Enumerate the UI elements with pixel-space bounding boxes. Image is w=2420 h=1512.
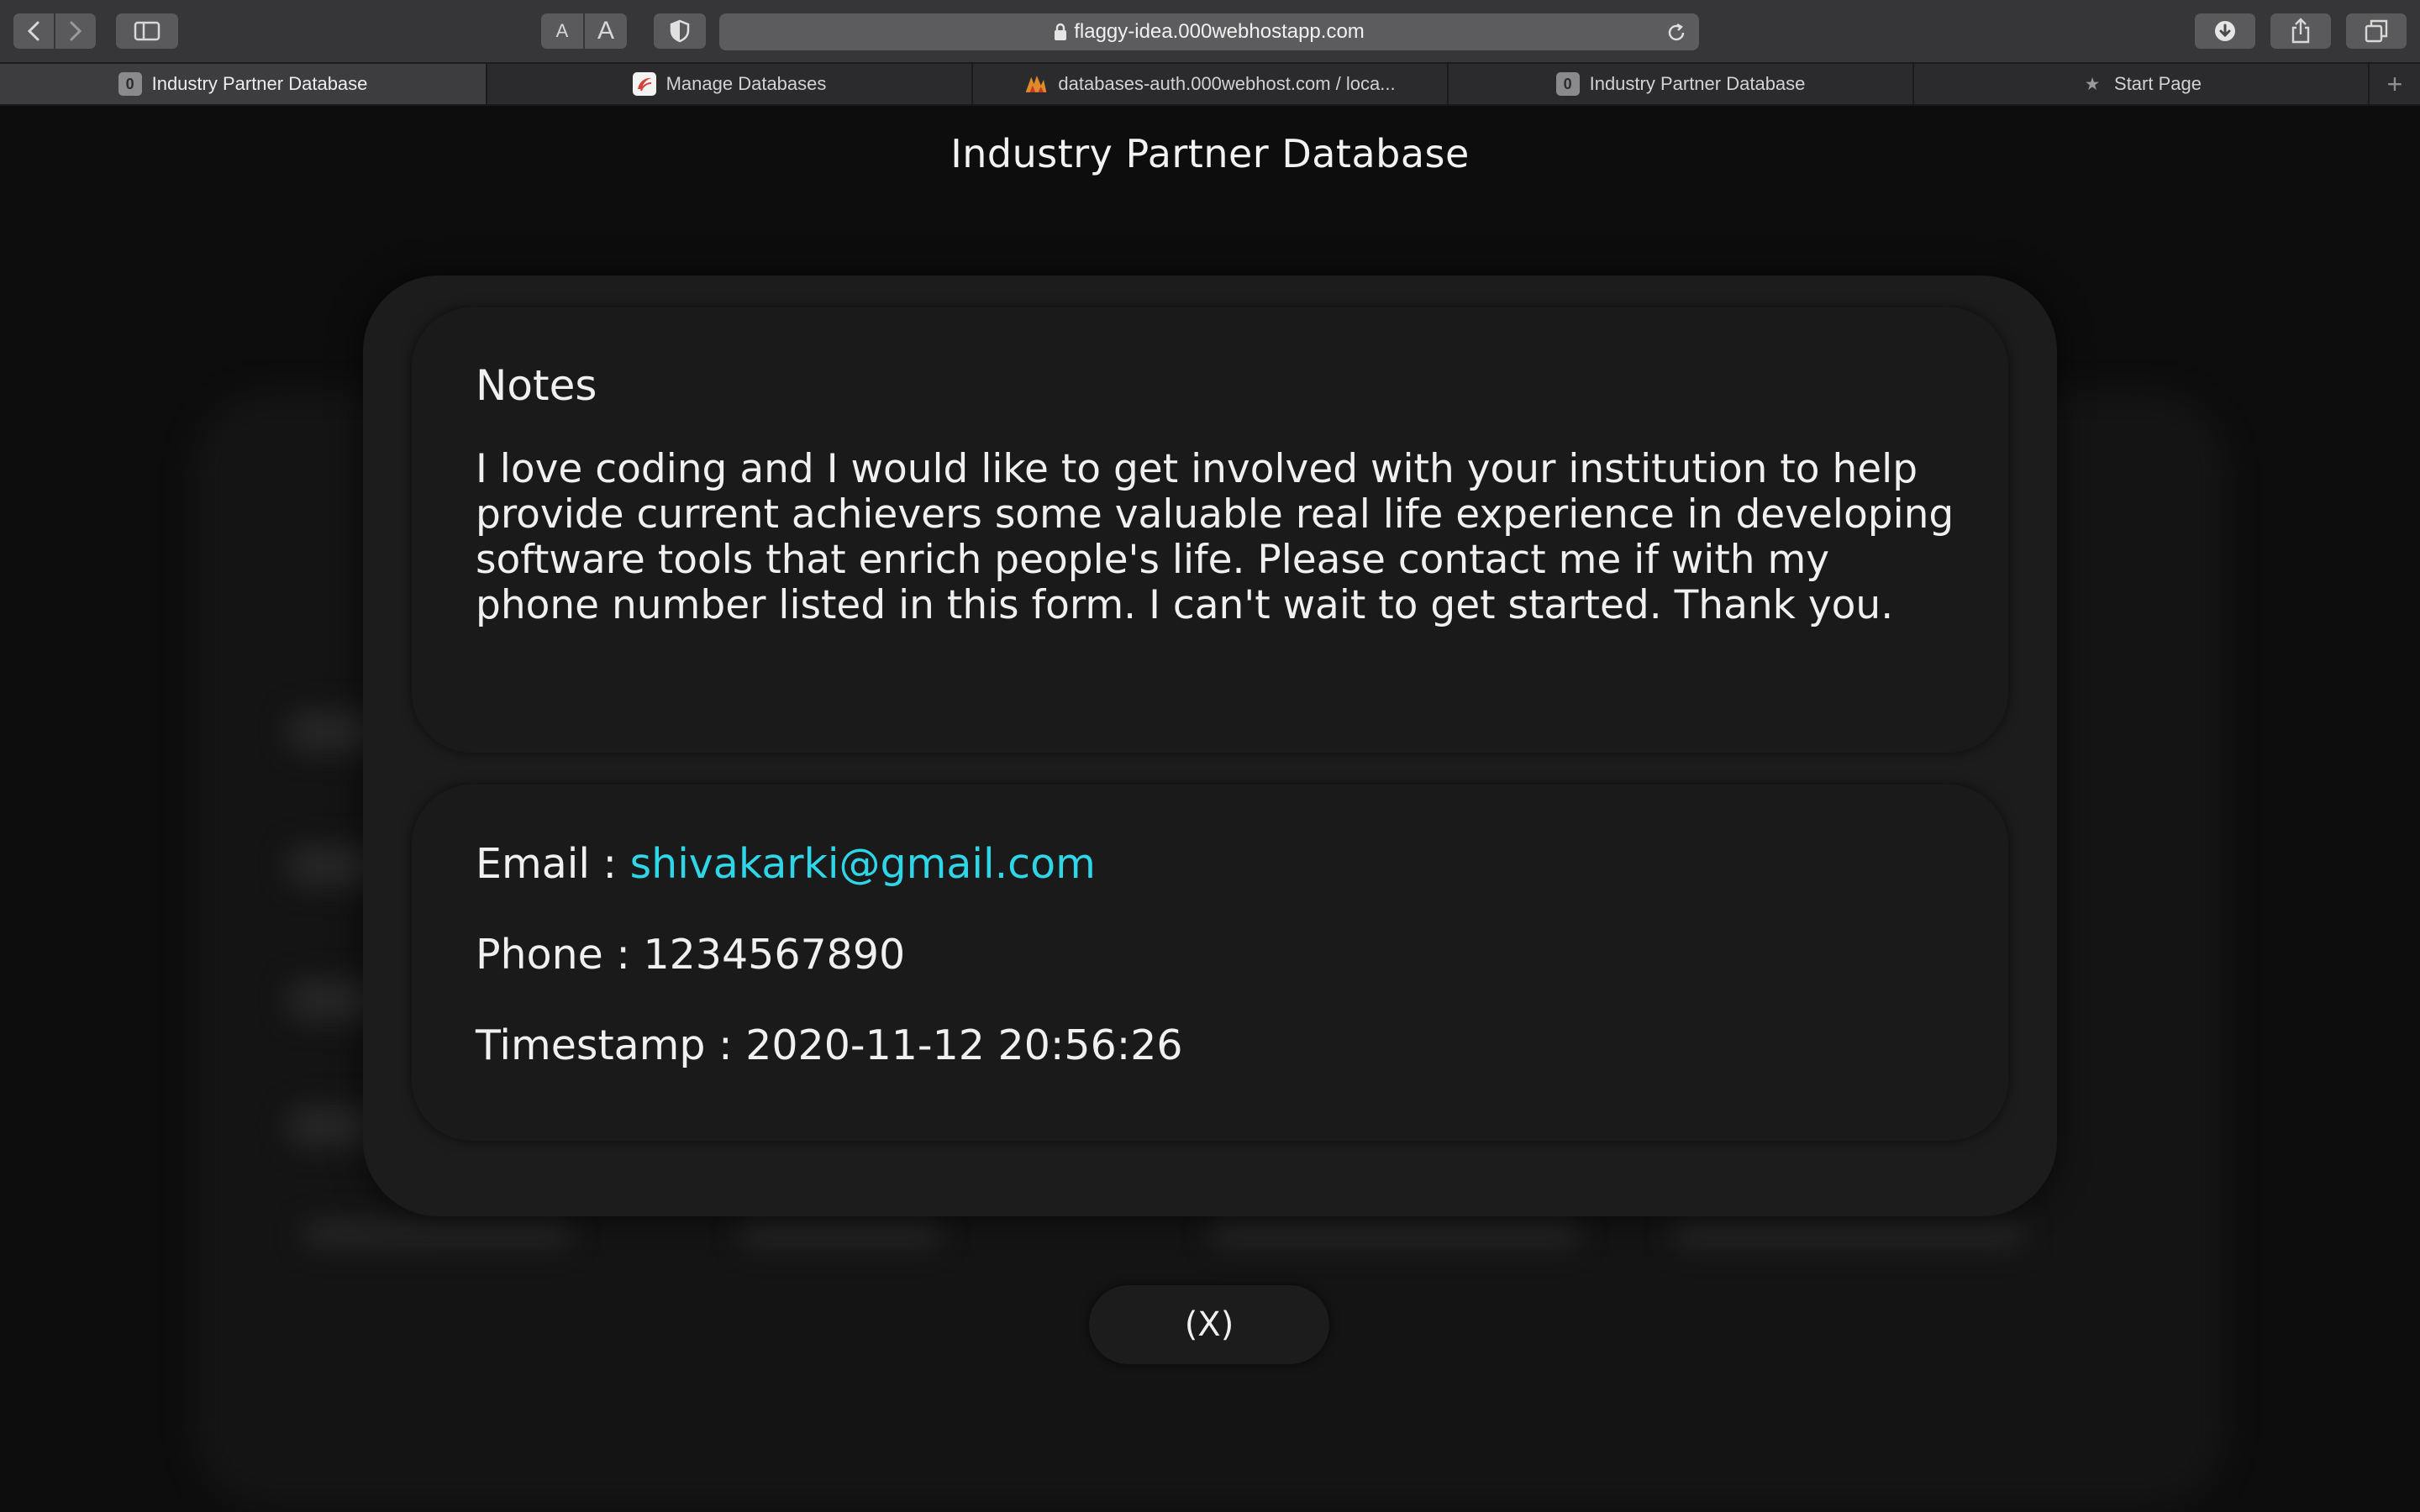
star-icon: ★ [2085,75,2100,92]
downloads-button[interactable] [2195,13,2255,49]
forward-button[interactable] [55,13,96,49]
new-tab-button[interactable]: + [2370,64,2420,104]
download-icon [2215,21,2235,41]
text-smaller-button[interactable]: A [541,13,583,49]
tab-favicon: 0 [1555,72,1580,96]
share-icon [2291,18,2310,44]
background-row [1210,1221,1580,1247]
tab-overview-button[interactable] [2346,13,2407,49]
phpmyadmin-icon [632,72,656,96]
sidebar-toggle-button[interactable] [116,13,178,49]
tab-title: Manage Databases [666,73,827,94]
sidebar-icon [134,21,160,41]
record-detail-modal: Notes I love coding and I would like to … [363,276,2057,1216]
timestamp-row: Timestamp : 2020-11-12 20:56:26 [476,1023,1944,1068]
privacy-report-button[interactable] [654,13,706,49]
background-row [1672,1221,2025,1247]
tab-title: Industry Partner Database [151,73,368,94]
email-label: Email : [476,840,630,888]
browser-toolbar: A A flaggy-idea.000webhostapp.com [0,0,2420,64]
database-server-icon [1024,72,1048,96]
tab-industry-partner-database-2[interactable]: 0 Industry Partner Database [1449,64,1914,104]
tab-title: Start Page [2114,73,2202,94]
address-url: flaggy-idea.000webhostapp.com [1074,20,1365,43]
tab-favicon: 0 [118,72,142,96]
email-link[interactable]: shivakarki@gmail.com [630,840,1096,888]
share-button[interactable] [2270,13,2331,49]
page-title: Industry Partner Database [950,131,1470,176]
tab-bar: 0 Industry Partner Database Manage Datab… [0,64,2420,106]
back-button[interactable] [13,13,54,49]
timestamp-label: Timestamp : [476,1021,746,1069]
notes-card: Notes I love coding and I would like to … [412,307,2008,753]
text-larger-button[interactable]: A [585,13,627,49]
chevron-left-icon [27,21,39,41]
tab-title: databases-auth.000webhost.com / loca... [1058,73,1396,94]
chevron-right-icon [70,21,82,41]
lock-icon [1055,23,1067,40]
background-row [739,1221,941,1247]
tabs-icon [2365,19,2388,43]
tab-manage-databases[interactable]: Manage Databases [487,64,973,104]
phone-row: Phone : 1234567890 [476,932,1944,978]
contact-card: Email : shivakarki@gmail.com Phone : 123… [412,785,2008,1141]
notes-heading: Notes [476,361,597,410]
tab-start-page[interactable]: ★ Start Page [1914,64,2370,104]
timestamp-value: 2020-11-12 20:56:26 [745,1021,1183,1069]
notes-text: I love coding and I would like to get in… [476,446,1954,628]
close-button[interactable]: (X) [1089,1285,1329,1364]
page-content: Industry Partner Database Notes I love c… [0,106,2420,1512]
email-row: Email : shivakarki@gmail.com [476,842,1944,887]
phone-value: 1234567890 [643,931,906,979]
reload-icon[interactable] [1665,22,1687,44]
tab-title: Industry Partner Database [1589,73,1806,94]
tab-databases-auth[interactable]: databases-auth.000webhost.com / loca... [973,64,1449,104]
address-bar[interactable]: flaggy-idea.000webhostapp.com [719,13,1699,50]
shield-icon [670,19,690,43]
tab-industry-partner-database[interactable]: 0 Industry Partner Database [0,64,487,104]
phone-label: Phone : [476,931,644,979]
background-row [302,1221,571,1247]
